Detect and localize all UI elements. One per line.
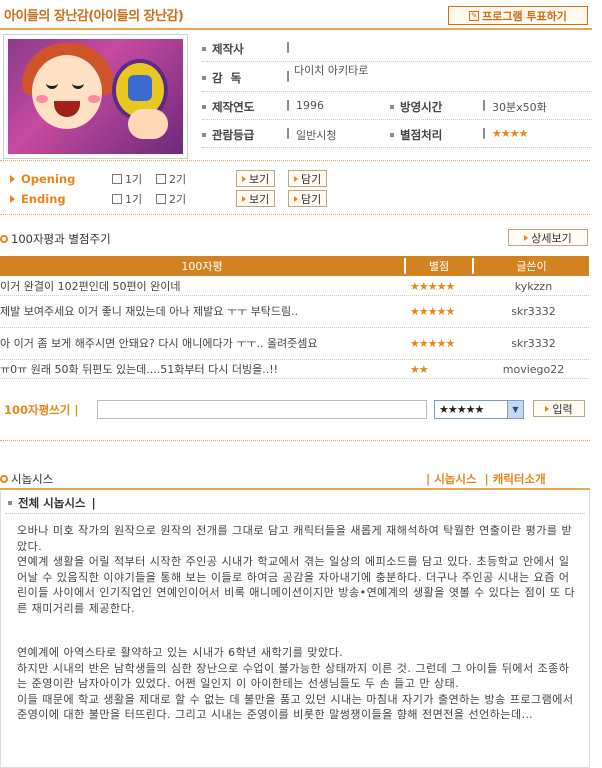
director-label: 감 독 [212,71,242,85]
runtime-label: 방영시간 [400,100,443,114]
review-author[interactable]: kykzzn [478,280,589,293]
info-row-producer: 제작사 | [202,34,592,62]
divider [0,160,590,161]
rating-value: 일반시청 [296,129,337,142]
table-row: 이거 완결이 102편인데 50편이 완이네 ★★★★★ kykzzn [0,277,589,296]
director-value: 다이치 아키타로 [294,64,369,77]
score-stars: ★★★★ [492,127,528,140]
opening-view-button[interactable]: 보기 [236,170,276,187]
synopsis-subtitle: 전체 시놉시스 [18,496,86,510]
write-review-label: 100자평쓰기 | [4,403,79,417]
opening-label-wrap: Opening [10,172,75,186]
score-label-wrap: 별점처리 [390,127,442,143]
title-divider [0,28,592,30]
info-row-year-runtime: 제작연도 | 1996 방영시간 | 30분x50화 [202,92,592,120]
opening-label: Opening [21,172,76,186]
table-row: 제발 보여주세요 이거 좋니 재밌는데 아나 제발요 ㅜㅜ 부탁드림.. ★★★… [0,296,589,328]
synopsis-header: 시놉시스 | 시놉시스 | 캐릭터소개 [0,466,590,490]
ending-opt2-checkbox[interactable] [156,194,166,204]
producer-label-wrap: 제작사 [202,41,244,57]
review-text: 아 이거 좀 보게 해주시면 안돼요? 다시 애니에다가 ㅜㅜ.. 올려줏셈요 [0,337,318,350]
runtime-value: 30분x50화 [492,101,547,114]
vote-program-button[interactable]: ✎ 프로그램 투표하기 [448,6,588,25]
review-stars: ★★ [410,362,429,376]
review-text: 이거 완결이 102편인데 50편이 완이네 [0,279,181,293]
ending-opt2[interactable]: 2기 [156,191,186,207]
table-row: ㅠ0ㅠ 원래 50화 뒤편도 있는데....51화부터 다시 더빙을..!! ★… [0,360,589,379]
poster-image [8,39,183,154]
year-label-wrap: 제작연도 [202,99,254,115]
reviews-table-header: 100자평 별점 글쓴이 [0,256,589,276]
synopsis-link[interactable]: | 시놉시스 [426,471,477,487]
info-row-rating-score: 관람등급 | 일반시청 별점처리 | ★★★★ [202,120,592,148]
runtime-label-wrap: 방영시간 [390,99,442,115]
info-row-director: 감 독 | 다이치 아키타로 [202,62,592,92]
ring-icon [0,475,8,483]
review-author[interactable]: moviego22 [478,363,589,376]
reviews-section-title: 100자평과 별점주기 [11,232,111,246]
reviews-section-title-wrap: 100자평과 별점주기 [0,231,111,247]
vote-button-label: 프로그램 투표하기 [482,9,567,23]
synopsis-section-title: 시놉시스 [11,472,54,486]
opening-opt1[interactable]: 1기 [112,171,142,187]
ending-opt1-checkbox[interactable] [112,194,122,204]
opening-opt2-checkbox[interactable] [156,174,166,184]
opening-save-button[interactable]: 담기 [288,170,328,187]
ending-save-button[interactable]: 담기 [288,190,328,207]
year-label: 제작연도 [212,100,255,114]
ending-opt1[interactable]: 1기 [112,191,142,207]
ending-label-wrap: Ending [10,192,66,206]
rating-label-wrap: 관람등급 [202,127,254,143]
page-title: 아이들의 장난감(아이들의 장난감) [4,9,184,24]
poster-frame [3,34,188,159]
col-author: 글쓴이 [516,260,547,273]
synopsis-subtitle-wrap: 전체 시놉시스 | [8,495,96,511]
synopsis-para-2: 연예계에 아역스타로 활약하고 있는 시내가 6학년 새학기를 맞았다. 하지만… [17,646,574,721]
producer-label: 제작사 [212,42,244,56]
score-label: 별점처리 [400,128,443,142]
chevron-down-icon[interactable]: ▼ [507,401,523,418]
review-text: 제발 보여주세요 이거 좋니 재밌는데 아나 제발요 ㅜㅜ 부탁드림.. [0,305,299,318]
review-stars: ★★★★★ [410,337,455,350]
review-author[interactable]: skr3332 [478,337,589,350]
pencil-icon: ✎ [469,10,480,21]
submit-review-button[interactable]: 입력 [533,400,585,417]
ring-icon [0,235,8,243]
col-stars: 별점 [406,258,474,274]
review-stars: ★★★★★ [410,305,455,318]
table-row: 아 이거 좀 보게 해주시면 안돼요? 다시 애니에다가 ㅜㅜ.. 올려줏셈요 … [0,328,589,360]
opening-opt2[interactable]: 2기 [156,171,186,187]
synopsis-title-wrap: 시놉시스 [0,471,53,487]
director-label-wrap: 감 독 [202,70,241,86]
review-author[interactable]: skr3332 [478,305,589,318]
ending-label: Ending [21,192,66,206]
ending-view-button[interactable]: 보기 [236,190,276,207]
character-link[interactable]: | 캐릭터소개 [485,471,546,487]
star-select-value: ★★★★★ [439,403,484,416]
synopsis-para-1: 오바나 미호 작가의 원작으로 원작의 전개를 그대로 담고 캐릭터들을 새롭게… [17,524,576,615]
review-stars: ★★★★★ [410,279,455,293]
rating-label: 관람등급 [212,128,255,142]
year-value: 1996 [296,99,324,112]
detail-view-button[interactable]: 상세보기 [508,229,588,246]
opening-opt1-checkbox[interactable] [112,174,122,184]
synopsis-links: | 시놉시스 | 캐릭터소개 [426,471,546,487]
review-input[interactable] [97,400,427,419]
star-rating-select[interactable]: ★★★★★ ▼ [434,400,524,419]
divider [0,440,590,441]
divider [0,214,590,215]
col-review: 100자평 [0,258,406,274]
review-text: ㅠ0ㅠ 원래 50화 뒤편도 있는데....51화부터 다시 더빙을..!! [0,362,279,376]
synopsis-box: 전체 시놉시스 | 오바나 미호 작가의 원작으로 원작의 전개를 그대로 담고 … [0,491,590,768]
